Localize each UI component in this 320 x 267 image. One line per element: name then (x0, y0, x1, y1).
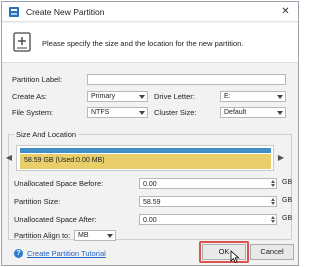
drive-letter-value: E: (224, 93, 231, 100)
disk-map-bar (20, 148, 271, 153)
partition-label-input[interactable] (87, 74, 286, 85)
spin-up-icon[interactable] (271, 198, 275, 201)
align-to-select[interactable]: MB (74, 230, 116, 241)
file-system-select[interactable]: NTFS (87, 107, 148, 118)
create-partition-dialog: Create New Partition ✕ Please specify th… (1, 1, 299, 266)
file-system-value: NTFS (91, 109, 110, 116)
spin-up-icon[interactable] (271, 216, 275, 219)
new-partition-icon (13, 32, 31, 52)
dropdown-arrow-icon (139, 95, 145, 99)
help-icon[interactable]: ? (14, 249, 23, 258)
window-title: Create New Partition (26, 7, 105, 17)
unallocated-before-unit[interactable]: GB (282, 178, 292, 189)
cluster-size-label: Cluster Size: (154, 108, 197, 117)
partition-wizard-icon (9, 7, 19, 17)
dropdown-arrow-icon (107, 234, 113, 238)
nav-left-icon[interactable]: ◀ (5, 152, 13, 163)
spin-down-icon[interactable] (271, 220, 275, 223)
cancel-button[interactable]: Cancel (250, 244, 294, 260)
dialog-header: Please specify the size and the location… (2, 23, 298, 63)
align-to-value: MB (78, 232, 89, 239)
partition-size-value: 58.59 (143, 199, 161, 206)
create-as-value: Primary (91, 93, 116, 100)
size-location-title: Size And Location (14, 130, 79, 139)
dropdown-arrow-icon (139, 111, 145, 115)
align-to-label: Partition Align to: (14, 231, 71, 240)
spin-up-icon[interactable] (271, 180, 275, 183)
unallocated-before-input[interactable]: 0.00 (139, 178, 277, 189)
drive-letter-select[interactable]: E: (220, 91, 286, 102)
partition-size-unit[interactable]: GB (282, 196, 292, 207)
nav-right-icon[interactable]: ▶ (277, 152, 285, 163)
create-partition-tutorial-link[interactable]: Create Partition Tutorial (27, 249, 106, 258)
cluster-size-value: Default (224, 109, 247, 116)
unallocated-before-value: 0.00 (143, 181, 157, 188)
unallocated-after-label: Unallocated Space After: (14, 215, 97, 224)
dialog-instruction: Please specify the size and the location… (42, 39, 244, 48)
dropdown-arrow-icon (277, 111, 283, 115)
file-system-label: File System: (12, 108, 54, 117)
partition-label-label: Partition Label: (12, 75, 63, 84)
disk-map[interactable]: 58.59 GB (Used:0.00 MB) (16, 145, 274, 171)
create-as-label: Create As: (12, 92, 48, 101)
mouse-cursor-icon (230, 250, 240, 264)
cluster-size-select[interactable]: Default (220, 107, 286, 118)
unallocated-after-unit[interactable]: GB (282, 214, 292, 225)
disk-map-text: 58.59 GB (Used:0.00 MB) (24, 157, 105, 164)
partition-size-label: Partition Size: (14, 197, 61, 206)
title-bar[interactable]: Create New Partition ✕ (2, 2, 298, 22)
unallocated-after-value: 0.00 (143, 217, 157, 224)
partition-size-input[interactable]: 58.59 (139, 196, 277, 207)
dropdown-arrow-icon (277, 95, 283, 99)
create-as-select[interactable]: Primary (87, 91, 148, 102)
spin-down-icon[interactable] (271, 202, 275, 205)
close-icon[interactable]: ✕ (278, 5, 293, 19)
drive-letter-label: Drive Letter: (154, 92, 195, 101)
spin-down-icon[interactable] (271, 184, 275, 187)
unallocated-before-label: Unallocated Space Before: (14, 179, 104, 188)
unallocated-after-input[interactable]: 0.00 (139, 214, 277, 225)
